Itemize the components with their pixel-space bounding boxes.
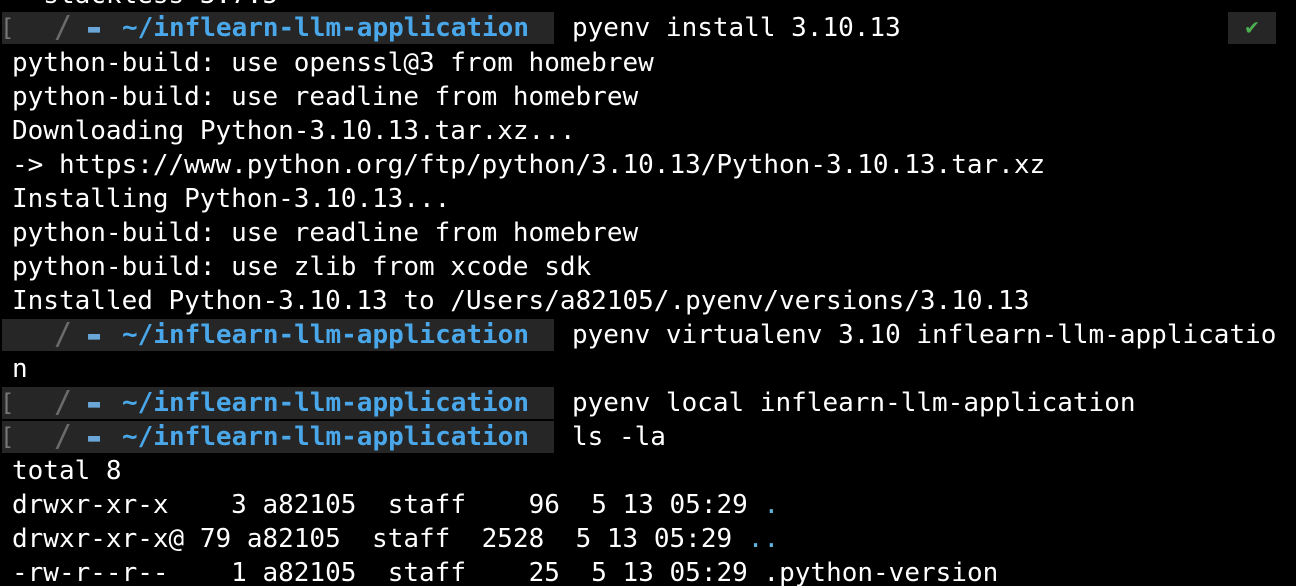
listing-row: drwxr-xr-x 3 a82105 staff 96 5 13 05:29 …: [12, 488, 779, 522]
listing-day: 13: [622, 490, 654, 520]
prompt-separator: /: [54, 10, 73, 45]
folder-icon: ▬: [88, 16, 101, 40]
prompt-line: / ▬ ~/inflearn-llm-application pyenv vir…: [0, 319, 1296, 351]
prompt-line: [ / ▬ ~/inflearn-llm-application pyenv i…: [0, 12, 1296, 44]
output-line: python-build: use zlib from xcode sdk: [12, 252, 592, 282]
listing-day: 13: [606, 524, 639, 554]
output-line: Downloading Python-3.10.13.tar.xz...: [12, 116, 576, 146]
listing-links: 3: [215, 490, 247, 520]
command-text: pyenv local inflearn-llm-application: [572, 388, 1136, 418]
listing-time: 05:29: [653, 524, 733, 554]
apple-icon: [24, 319, 46, 351]
listing-size: 25: [497, 558, 560, 586]
prompt-line: [ / ▬ ~/inflearn-llm-application ls -la: [0, 421, 1296, 453]
listing-perms: drwxr-xr-x@: [12, 524, 185, 554]
prompt-bracket: [: [0, 389, 15, 417]
listing-perms: -rw-r--r--: [12, 558, 200, 586]
apple-icon: [24, 421, 46, 453]
output-line: python-build: use readline from homebrew: [12, 218, 639, 248]
prompt-path: ~/inflearn-llm-application: [122, 422, 529, 452]
listing-row: drwxr-xr-x@ 79 a82105 staff 2528 5 13 05…: [12, 522, 779, 556]
listing-month: 5: [591, 558, 607, 586]
output-line: Installed Python-3.10.13 to /Users/a8210…: [12, 286, 1030, 316]
terminal-window[interactable]: stackless 3.7.5 [ / ▬ ~/inflearn-llm-app…: [0, 0, 1296, 586]
output-line-total: total 8: [12, 456, 122, 486]
listing-owner: a82105: [262, 490, 357, 520]
prompt-bracket: [: [0, 14, 15, 42]
listing-size: 96: [497, 490, 560, 520]
listing-filename: .: [763, 490, 780, 520]
command-text: ls -la: [572, 422, 666, 452]
output-line: -> https://www.python.org/ftp/python/3.1…: [12, 150, 1046, 180]
listing-time: 05:29: [669, 558, 748, 586]
folder-icon: ▬: [88, 391, 101, 415]
prompt-bracket: [: [0, 423, 15, 451]
folder-icon: ▬: [88, 425, 101, 449]
listing-filename: .python-version: [763, 558, 999, 586]
prompt-separator: /: [54, 419, 73, 454]
success-check-icon: ✔: [1228, 12, 1276, 44]
listing-filename: ..: [747, 524, 780, 554]
listing-owner: a82105: [262, 558, 357, 586]
listing-size: 2528: [481, 524, 545, 554]
listing-day: 13: [622, 558, 654, 586]
output-line: Installing Python-3.10.13...: [12, 184, 451, 214]
listing-month: 5: [591, 490, 607, 520]
prompt-path: ~/inflearn-llm-application: [122, 13, 529, 43]
prompt-path: ~/inflearn-llm-application: [122, 388, 529, 418]
listing-group: staff: [372, 524, 451, 554]
output-line: python-build: use openssl@3 from homebre…: [12, 48, 654, 78]
apple-icon: [24, 387, 46, 419]
apple-icon: [24, 12, 46, 44]
listing-owner: a82105: [246, 524, 341, 554]
prompt-path: ~/inflearn-llm-application: [122, 320, 529, 350]
prompt-separator: /: [54, 385, 73, 420]
listing-month: 5: [575, 524, 592, 554]
prompt-separator: /: [54, 317, 73, 352]
output-line: python-build: use readline from homebrew: [12, 82, 639, 112]
command-text: pyenv virtualenv 3.10 inflearn-llm-appli…: [572, 320, 1277, 350]
listing-group: staff: [387, 558, 466, 586]
listing-perms: drwxr-xr-x: [12, 490, 200, 520]
folder-icon: ▬: [88, 323, 101, 347]
previous-output-line: stackless 3.7.5: [12, 0, 278, 12]
listing-row: -rw-r--r-- 1 a82105 staff 25 5 13 05:29 …: [12, 556, 998, 586]
listing-group: staff: [387, 490, 466, 520]
listing-links: 1: [215, 558, 247, 586]
listing-links: 79: [199, 524, 232, 554]
output-line-wrap: n: [12, 354, 28, 384]
command-text: pyenv install 3.10.13: [572, 13, 901, 43]
listing-time: 05:29: [669, 490, 748, 520]
prompt-line: [ / ▬ ~/inflearn-llm-application pyenv l…: [0, 387, 1296, 419]
